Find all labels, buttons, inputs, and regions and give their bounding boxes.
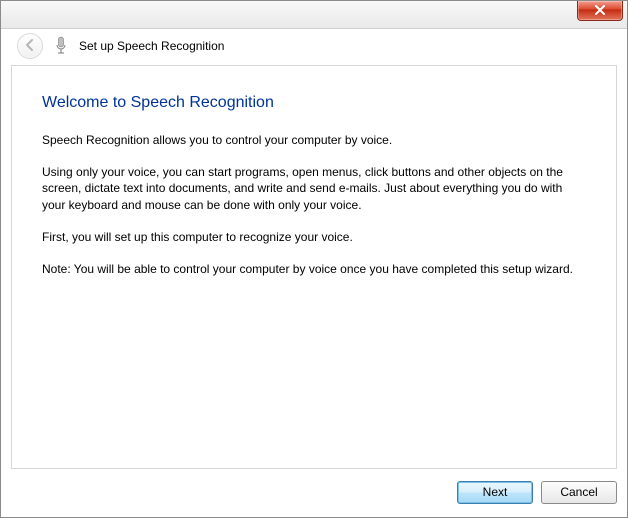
- microphone-icon: [53, 35, 69, 57]
- wizard-window: Set up Speech Recognition Welcome to Spe…: [0, 0, 628, 518]
- cancel-button[interactable]: Cancel: [541, 481, 617, 504]
- content-area: Welcome to Speech Recognition Speech Rec…: [11, 65, 617, 469]
- header-row: Set up Speech Recognition: [1, 29, 627, 63]
- next-button[interactable]: Next: [457, 481, 533, 504]
- page-heading: Welcome to Speech Recognition: [42, 94, 586, 112]
- close-button[interactable]: [577, 1, 623, 21]
- close-icon: [594, 4, 606, 18]
- back-button: [17, 33, 43, 59]
- back-arrow-icon: [23, 38, 37, 55]
- footer-buttons: Next Cancel: [11, 477, 617, 507]
- body-paragraph: Speech Recognition allows you to control…: [42, 132, 586, 148]
- body-paragraph: Using only your voice, you can start pro…: [42, 164, 586, 213]
- titlebar: [1, 1, 627, 29]
- body-paragraph: First, you will set up this computer to …: [42, 229, 586, 245]
- header-title: Set up Speech Recognition: [79, 39, 224, 53]
- body-paragraph: Note: You will be able to control your c…: [42, 261, 586, 277]
